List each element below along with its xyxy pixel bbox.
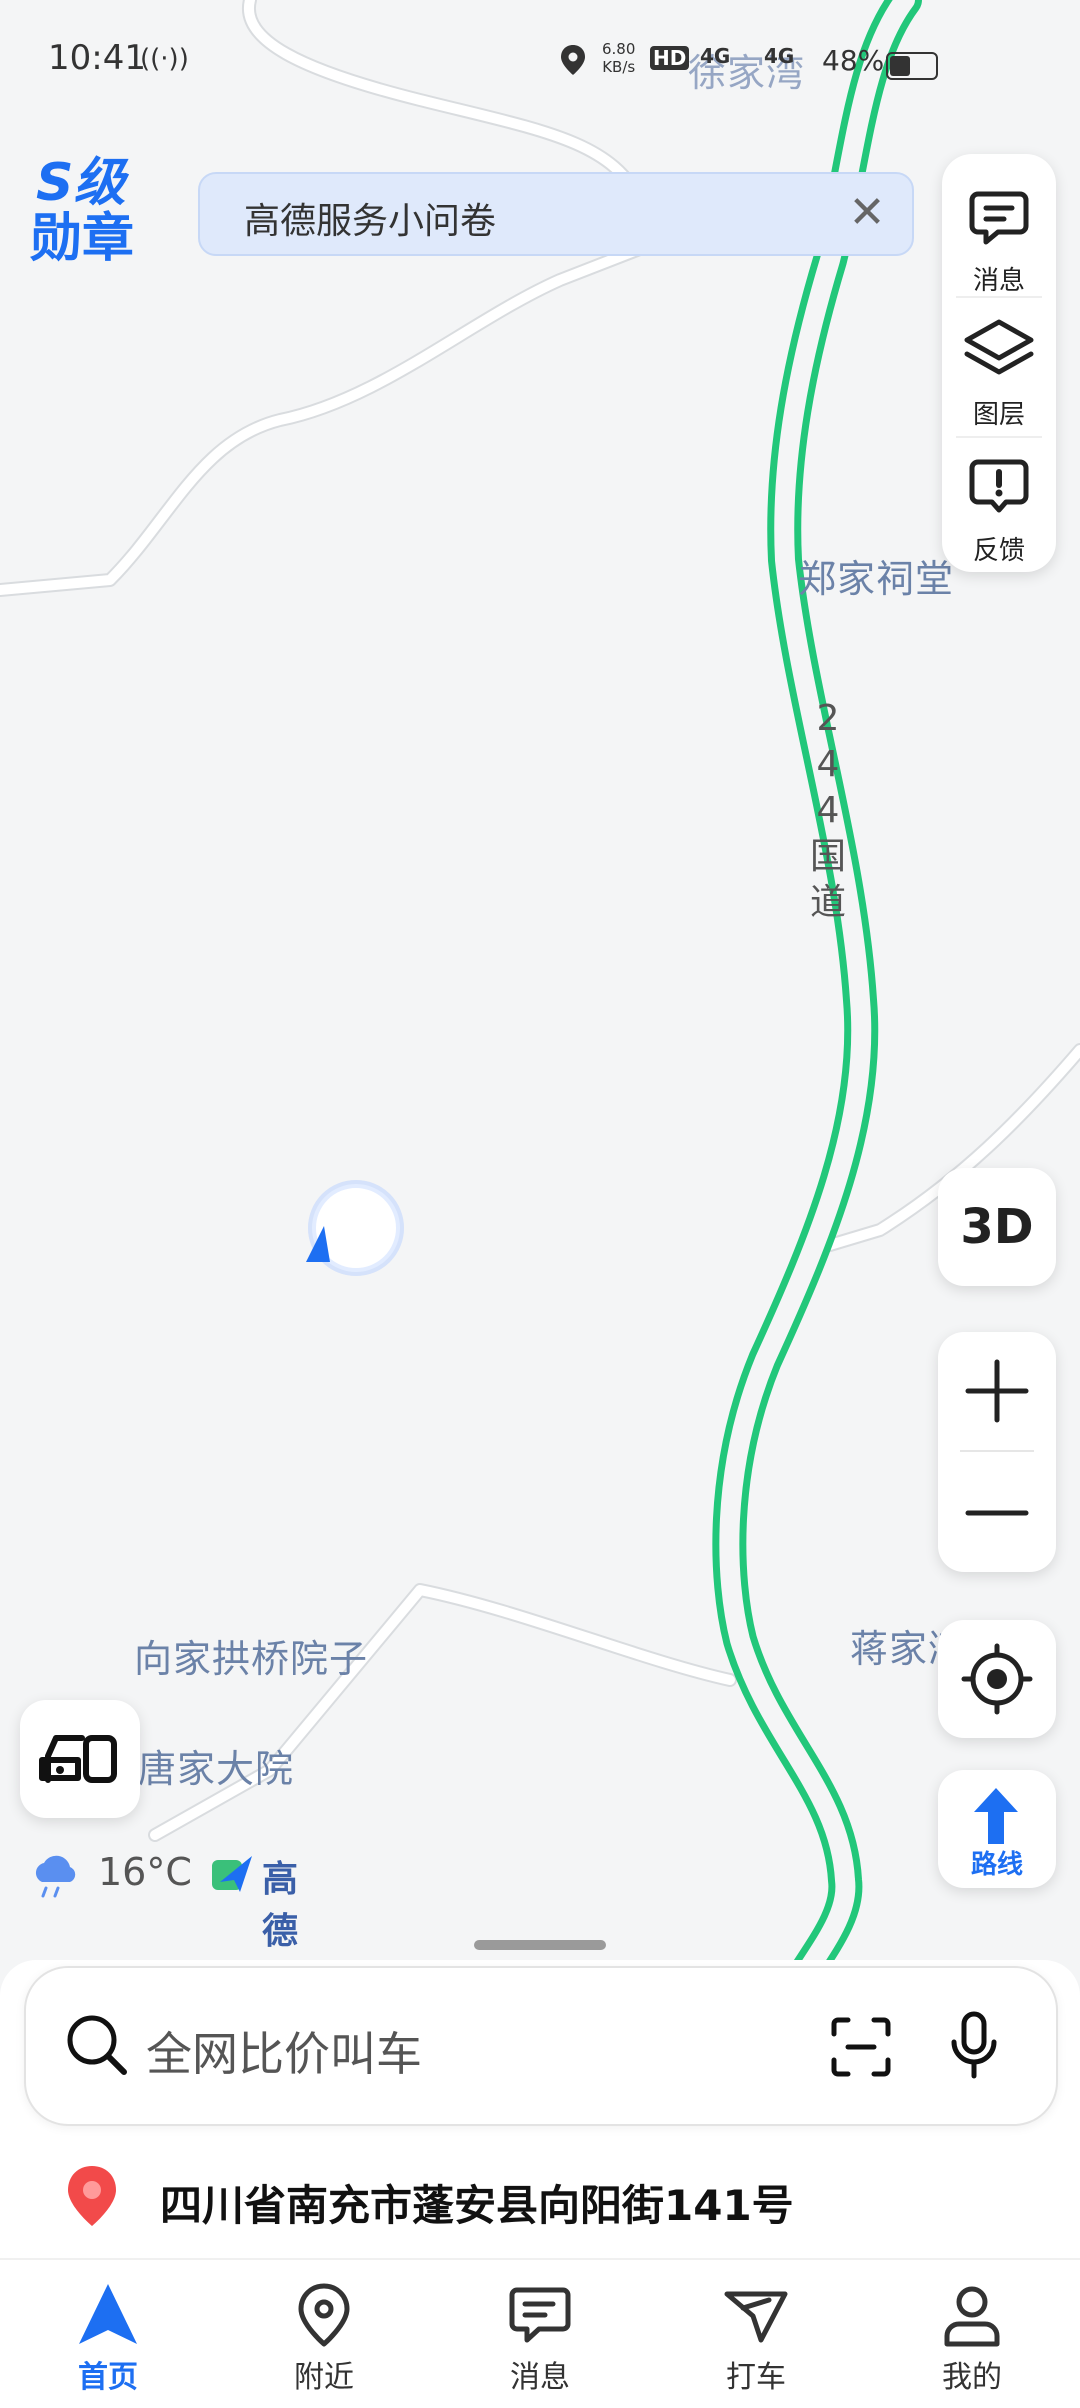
tab-divider	[0, 2258, 1080, 2260]
message-icon	[969, 191, 1029, 245]
weather-temp: 16°C	[98, 1850, 192, 1894]
s-level-badge[interactable]: S级 勋章	[30, 140, 140, 269]
feedback-button[interactable]: 反馈	[942, 438, 1056, 574]
plus-icon	[965, 1359, 1029, 1423]
amap-logo-icon	[212, 1856, 252, 1892]
network-4g-2: 4G	[764, 44, 795, 68]
crosshair-icon	[961, 1643, 1033, 1715]
panel-drag-handle[interactable]	[474, 1940, 606, 1950]
current-address: 四川省南充市蓬安县向阳街141号	[160, 2181, 794, 2230]
user-icon	[944, 2286, 1000, 2347]
locate-me-button[interactable]	[938, 1620, 1056, 1738]
tab-label: 打车	[726, 2360, 786, 2395]
search-icon	[67, 2015, 127, 2075]
poi-label[interactable]: 向家拱桥院子	[134, 1628, 368, 1683]
tab-home[interactable]: 首页	[0, 2270, 216, 2408]
status-bar: 10:41 ((·)) 6.80 KB/s HD 4G 4G 48%	[0, 0, 1080, 120]
rain-cloud-icon	[35, 1855, 76, 1898]
microphone-icon[interactable]	[944, 2008, 1004, 2084]
road-label-char: 4	[816, 744, 840, 785]
car-icon	[39, 1735, 117, 1783]
search-placeholder: 全网比价叫车	[146, 2027, 422, 2081]
status-time: 10:41	[48, 38, 146, 78]
poi-label[interactable]: 郑家祠堂	[798, 548, 954, 603]
net-speed: 6.80 KB/s	[602, 40, 635, 76]
minus-icon	[965, 1510, 1029, 1516]
hotspot-icon: ((·))	[140, 44, 189, 74]
3d-toggle-button[interactable]: 3D	[938, 1168, 1056, 1286]
navigation-arrow-icon	[79, 2284, 137, 2344]
road-label-char: 道	[809, 882, 846, 923]
messages-button[interactable]: 消息	[942, 168, 1056, 304]
scan-icon[interactable]	[826, 2012, 896, 2082]
zoom-controls	[938, 1332, 1056, 1572]
tab-label: 我的	[942, 2360, 1002, 2395]
location-pin-icon	[68, 2166, 116, 2226]
tab-taxi[interactable]: 打车	[648, 2270, 864, 2408]
messages-label: 消息	[972, 266, 1025, 296]
net-speed-unit: KB/s	[602, 58, 636, 76]
location-status-icon	[561, 45, 585, 75]
survey-banner[interactable]: 高德服务小问卷 ✕	[198, 172, 914, 256]
net-speed-value: 6.80	[602, 40, 636, 58]
tab-messages[interactable]: 消息	[432, 2270, 648, 2408]
tab-label: 首页	[78, 2360, 138, 2395]
layers-icon	[964, 319, 1034, 375]
tab-profile[interactable]: 我的	[864, 2270, 1080, 2408]
taxi-icon	[724, 2291, 788, 2343]
survey-text: 高德服务小问卷	[244, 201, 497, 242]
feedback-label: 反馈	[972, 536, 1025, 566]
poi-label[interactable]: 唐家大院	[138, 1738, 294, 1793]
hd-badge: HD	[650, 46, 690, 70]
map-canvas[interactable]	[0, 0, 1080, 2000]
tab-label: 消息	[510, 2360, 570, 2395]
route-label: 路线	[970, 1850, 1023, 1880]
tab-nearby[interactable]: 附近	[216, 2270, 432, 2408]
road-label: 2 4 4 国 道	[808, 696, 848, 926]
close-icon[interactable]: ✕	[842, 188, 892, 238]
zoom-in-button[interactable]	[938, 1332, 1056, 1450]
battery-icon	[886, 52, 938, 80]
layers-label: 图层	[972, 400, 1025, 430]
layers-button[interactable]: 图层	[942, 302, 1056, 438]
network-4g-1: 4G	[700, 44, 731, 68]
road-label-char: 4	[816, 790, 840, 831]
road-label-char: 国	[809, 836, 846, 877]
current-address-row[interactable]: 四川省南充市蓬安县向阳街141号	[60, 2156, 1040, 2236]
car-mode-button[interactable]	[20, 1700, 140, 1818]
battery-percent: 48%	[822, 44, 885, 77]
nearby-pin-icon	[298, 2283, 350, 2347]
zoom-out-button[interactable]	[938, 1454, 1056, 1572]
map-toolbar: 消息 图层 反馈	[942, 154, 1056, 572]
feedback-icon	[969, 459, 1029, 513]
route-button[interactable]: 路线	[938, 1770, 1056, 1888]
tab-label: 附近	[294, 2360, 354, 2395]
search-bar[interactable]: 全网比价叫车	[24, 1966, 1058, 2126]
road-label-char: 2	[816, 698, 840, 739]
message-icon	[509, 2287, 571, 2343]
route-arrow-icon	[974, 1788, 1018, 1844]
badge-line2: 勋章	[30, 209, 135, 269]
